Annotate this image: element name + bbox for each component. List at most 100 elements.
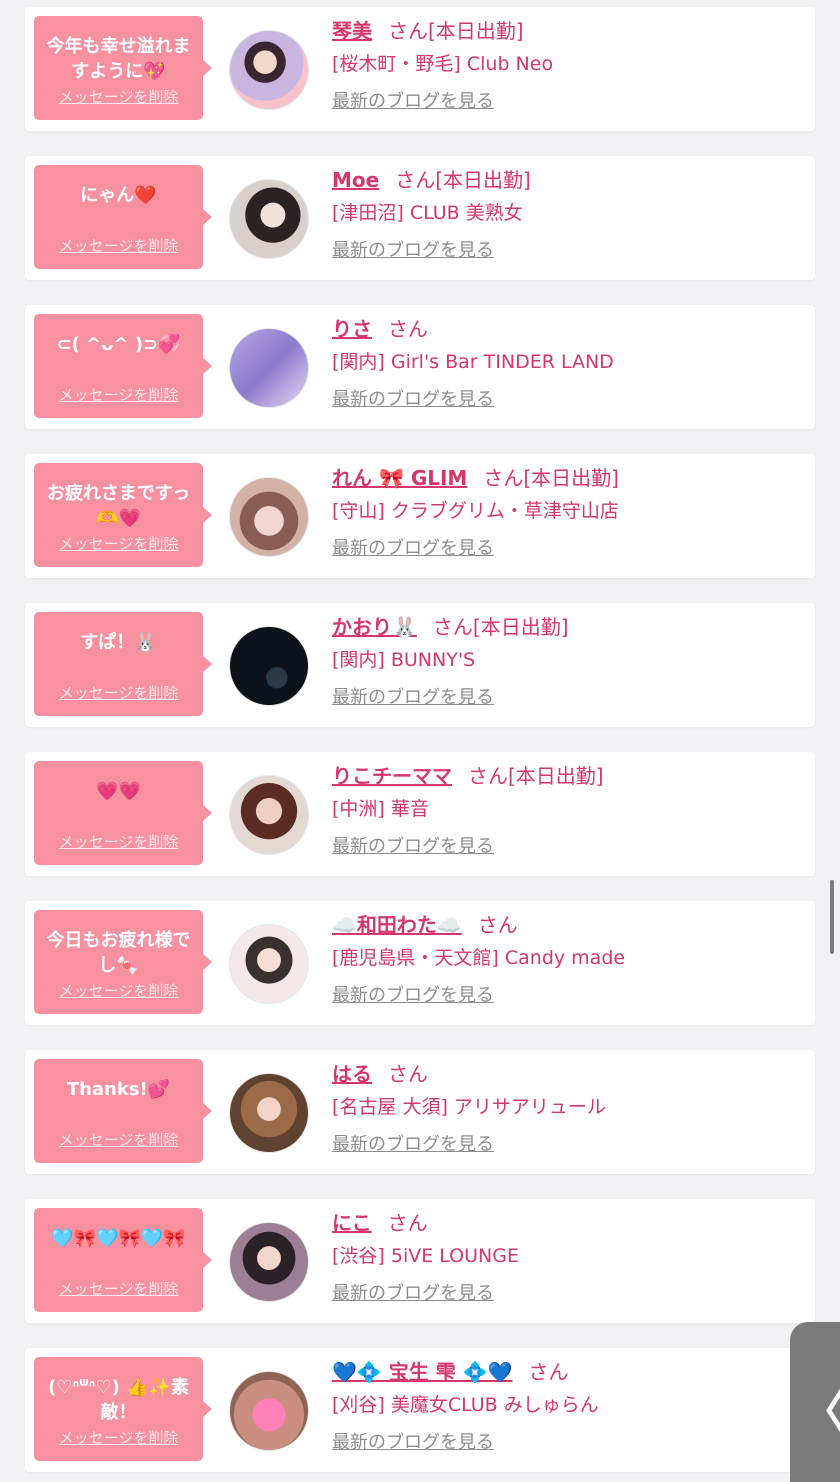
cast-info: 琴美 さん[本日出勤] [桜木町・野毛] Club Neo 最新のブログを見る	[332, 17, 805, 115]
avatar[interactable]	[229, 924, 309, 1004]
cast-info: ☁️和田わた☁️ さん [鹿児島県・天文館] Candy made 最新のブログを見る	[332, 911, 805, 1009]
delete-message-link[interactable]: メッセージを削除	[34, 384, 203, 405]
cast-header: れん 🎀 GLIM さん[本日出勤]	[332, 464, 805, 492]
message-card: (♡ᐢᐜᐢ♡) 👍✨素敵！ メッセージを削除 💙💠 宝生 雫 💠💙 さん [刈谷] 美魔…	[25, 1348, 815, 1472]
latest-blog-link[interactable]: 最新のブログを見る	[332, 387, 805, 413]
cast-info: りこチーママ さん[本日出勤] [中洲] 華音最新のブログを見る	[332, 762, 805, 860]
cast-header: 💙💠 宝生 雫 💠💙 さん	[332, 1358, 805, 1386]
delete-message-link[interactable]: メッセージを削除	[34, 682, 203, 703]
avatar[interactable]	[229, 477, 309, 557]
honorific: さん	[528, 1360, 569, 1384]
cast-header: かおり🐰 さん[本日出勤]	[332, 613, 805, 641]
avatar[interactable]	[229, 775, 309, 855]
cast-name-link[interactable]: ☁️和田わた☁️	[332, 913, 462, 937]
honorific: さん	[483, 466, 524, 490]
shop-name: [桜木町・野毛] Club Neo	[332, 53, 554, 75]
delete-message-link[interactable]: メッセージを削除	[34, 831, 203, 852]
honorific: さん	[477, 913, 518, 937]
shop-name: [守山] クラブグリム・草津守山店	[332, 500, 619, 522]
latest-blog-link[interactable]: 最新のブログを見る	[332, 1132, 805, 1158]
cast-name-link[interactable]: はる	[332, 1062, 372, 1086]
message-bubble: 🩵🎀🩵🎀🩵🎀 メッセージを削除	[34, 1208, 212, 1312]
avatar[interactable]	[229, 1371, 309, 1451]
message-text: Thanks!💕	[66, 1079, 171, 1100]
avatar[interactable]	[229, 1222, 309, 1302]
delete-message-link[interactable]: メッセージを削除	[34, 1427, 203, 1448]
latest-blog-link[interactable]: 最新のブログを見る	[332, 536, 805, 562]
message-bubble: Thanks!💕 メッセージを削除	[34, 1059, 212, 1163]
latest-blog-link[interactable]: 最新のブログを見る	[332, 1430, 805, 1456]
avatar[interactable]	[229, 1073, 309, 1153]
delete-message-link[interactable]: メッセージを削除	[34, 235, 203, 256]
attendance-tag: [本日出勤]	[508, 764, 604, 788]
cast-header: にこ さん	[332, 1209, 805, 1237]
shop-name: [鹿児島県・天文館] Candy made	[332, 947, 626, 969]
shop-name: [関内] Girl's Bar TINDER LAND	[332, 351, 614, 373]
honorific: さん	[387, 1211, 428, 1235]
message-bubble: (♡ᐢᐜᐢ♡) 👍✨素敵！ メッセージを削除	[34, 1357, 212, 1461]
message-bubble: 💗💗 メッセージを削除	[34, 761, 212, 865]
avatar[interactable]	[229, 626, 309, 706]
message-bubble: ⊂( ^ᴗ^ )⊃💞 メッセージを削除	[34, 314, 212, 418]
cast-header: りこチーママ さん[本日出勤]	[332, 762, 805, 790]
message-card: にゃん❤️ メッセージを削除 Moe さん[本日出勤] [津田沼] CLUB 美熟女最新…	[25, 156, 815, 280]
message-text: 🩵🎀🩵🎀🩵🎀	[51, 1228, 186, 1249]
message-bubble: にゃん❤️ メッセージを削除	[34, 165, 212, 269]
cast-name-link[interactable]: 琴美	[332, 19, 372, 43]
latest-blog-link[interactable]: 最新のブログを見る	[332, 89, 805, 115]
message-card: 今年も幸せ溢れますように💖 メッセージを削除 琴美 さん[本日出勤] [桜木町・野毛] …	[25, 7, 815, 131]
attendance-tag: [本日出勤]	[428, 19, 524, 43]
shop-name: [中洲] 華音	[332, 798, 429, 820]
delete-message-link[interactable]: メッセージを削除	[34, 86, 203, 107]
cast-name-link[interactable]: Moe	[332, 168, 379, 192]
cast-name-link[interactable]: れん 🎀 GLIM	[332, 466, 467, 490]
cast-info: りさ さん [関内] Girl's Bar TINDER LAND 最新のブログを見る	[332, 315, 805, 413]
latest-blog-link[interactable]: 最新のブログを見る	[332, 238, 805, 264]
latest-blog-link[interactable]: 最新のブログを見る	[332, 685, 805, 711]
message-card: Thanks!💕 メッセージを削除 はる さん [名古屋 大須] アリサアリュール最新の…	[25, 1050, 815, 1174]
message-card: 🩵🎀🩵🎀🩵🎀 メッセージを削除 にこ さん [渋谷] 5iVE LOUNGE 最新のブログ…	[25, 1199, 815, 1323]
avatar[interactable]	[229, 30, 309, 110]
avatar[interactable]	[229, 328, 309, 408]
message-bubble: 今日もお疲れ様でし🍬 メッセージを削除	[34, 910, 212, 1014]
cast-info: にこ さん [渋谷] 5iVE LOUNGE 最新のブログを見る	[332, 1209, 805, 1307]
message-card: お疲れさまですっ🫶💗 メッセージを削除 れん 🎀 GLIM さん[本日出勤] [守山] …	[25, 454, 815, 578]
shop-name: [刈谷] 美魔女CLUB みしゅらん	[332, 1394, 599, 1416]
cast-name-link[interactable]: りさ	[332, 317, 372, 341]
message-text: すぱ！🐰	[80, 632, 157, 653]
cast-info: 💙💠 宝生 雫 💠💙 さん [刈谷] 美魔女CLUB みしゅらん最新のブログを見る	[332, 1358, 805, 1456]
cast-name-link[interactable]: かおり🐰	[332, 615, 417, 639]
delete-message-link[interactable]: メッセージを削除	[34, 533, 203, 554]
message-text: (♡ᐢᐜᐢ♡) 👍✨素敵！	[48, 1377, 189, 1423]
cast-header: Moe さん[本日出勤]	[332, 166, 805, 194]
avatar[interactable]	[229, 179, 309, 259]
cast-name-link[interactable]: 💙💠 宝生 雫 💠💙	[332, 1360, 513, 1384]
scrollbar[interactable]	[830, 880, 834, 954]
shop-name: [津田沼] CLUB 美熟女	[332, 202, 523, 224]
delete-message-link[interactable]: メッセージを削除	[34, 980, 203, 1001]
message-card: ⊂( ^ᴗ^ )⊃💞 メッセージを削除 りさ さん [関内] Girl's Bar TI…	[25, 305, 815, 429]
message-text: ⊂( ^ᴗ^ )⊃💞	[56, 334, 181, 355]
cast-name-link[interactable]: にこ	[332, 1211, 372, 1235]
honorific: さん	[468, 764, 508, 788]
cast-name-link[interactable]: りこチーママ	[332, 764, 452, 788]
message-card: 💗💗 メッセージを削除 りこチーママ さん[本日出勤] [中洲] 華音最新のブログを見る	[25, 752, 815, 876]
shop-name: [関内] BUNNY'S	[332, 649, 476, 671]
message-text: 💗💗	[96, 781, 141, 802]
message-card: すぱ！🐰 メッセージを削除 かおり🐰 さん[本日出勤] [関内] BUNNY'S 最新のブ…	[25, 603, 815, 727]
attendance-tag: [本日出勤]	[523, 466, 619, 490]
side-menu-tab[interactable]: 〈	[790, 1322, 840, 1482]
message-card: 今日もお疲れ様でし🍬 メッセージを削除 ☁️和田わた☁️ さん [鹿児島県・天文館] C…	[25, 901, 815, 1025]
honorific: さん	[388, 1062, 428, 1086]
message-bubble: お疲れさまですっ🫶💗 メッセージを削除	[34, 463, 212, 567]
latest-blog-link[interactable]: 最新のブログを見る	[332, 834, 805, 860]
shop-name: [名古屋 大須] アリサアリュール	[332, 1096, 606, 1118]
cast-info: れん 🎀 GLIM さん[本日出勤] [守山] クラブグリム・草津守山店最新のブログ…	[332, 464, 805, 562]
shop-name: [渋谷] 5iVE LOUNGE	[332, 1245, 519, 1267]
delete-message-link[interactable]: メッセージを削除	[34, 1278, 203, 1299]
latest-blog-link[interactable]: 最新のブログを見る	[332, 1281, 805, 1307]
attendance-tag: [本日出勤]	[435, 168, 531, 192]
delete-message-link[interactable]: メッセージを削除	[34, 1129, 203, 1150]
message-bubble: すぱ！🐰 メッセージを削除	[34, 612, 212, 716]
latest-blog-link[interactable]: 最新のブログを見る	[332, 983, 805, 1009]
